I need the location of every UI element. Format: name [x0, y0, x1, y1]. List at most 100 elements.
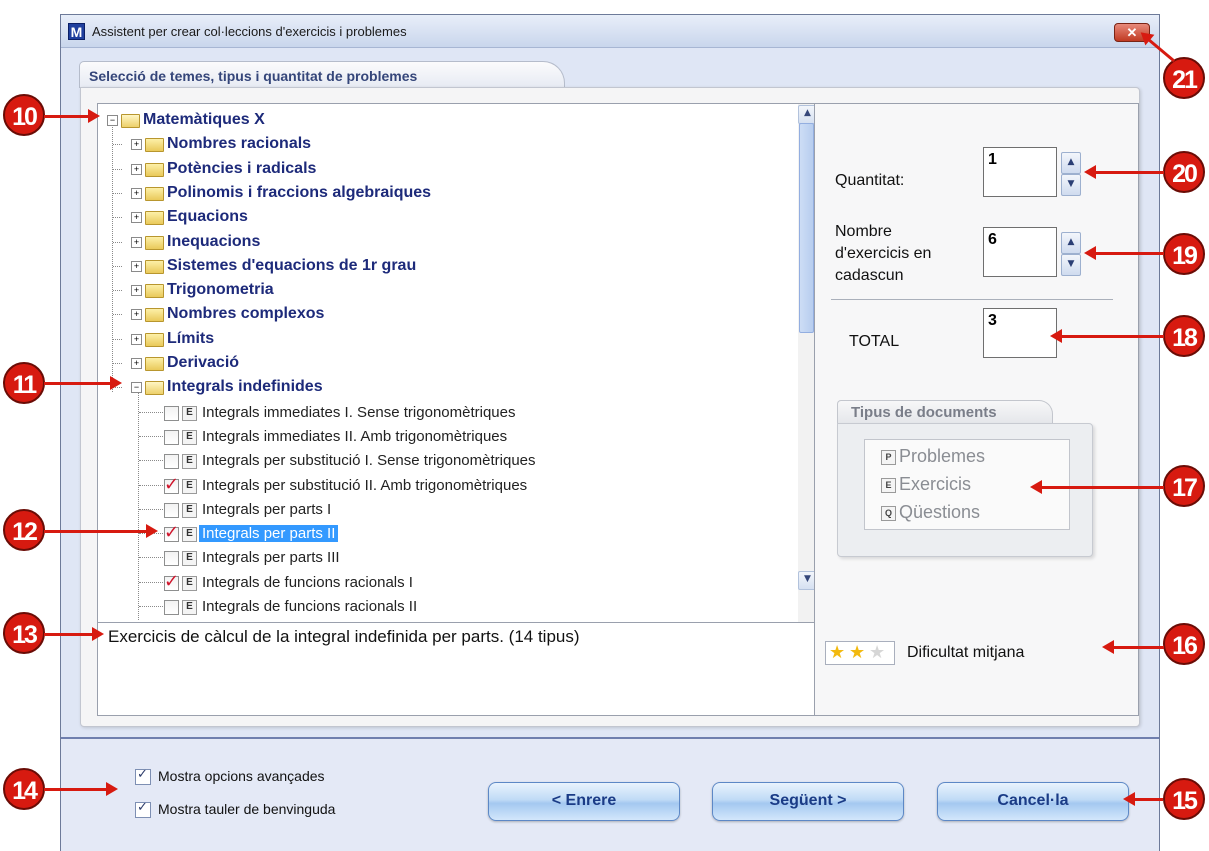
exercise-checkbox[interactable] — [164, 600, 179, 615]
star-icon: ★ — [829, 642, 846, 663]
exercises-up-button[interactable]: ▲ — [1061, 232, 1081, 254]
exercise-checkbox[interactable] — [164, 405, 179, 421]
exercise-checkbox[interactable] — [164, 502, 179, 518]
open-folder-icon — [121, 114, 140, 128]
welcome-panel-label[interactable]: Mostra tauler de benvinguda — [158, 801, 335, 817]
window-title: Assistent per crear col·leccions d'exerc… — [92, 24, 407, 39]
tree-connector — [113, 290, 122, 292]
advanced-options-label[interactable]: Mostra opcions avançades — [158, 768, 325, 784]
expand-toggle-icon[interactable]: + — [131, 236, 142, 248]
folder-icon — [145, 186, 164, 201]
expand-toggle-icon[interactable]: + — [131, 260, 142, 272]
title-bar[interactable]: M Assistent per crear col·leccions d'exe… — [61, 15, 1159, 48]
exercise-type-icon: E — [182, 551, 197, 567]
settings-separator — [831, 299, 1113, 300]
exercise-label[interactable]: Integrals de funcions racionals II — [199, 598, 420, 615]
tree-topic-label: Derivació — [167, 354, 240, 371]
exercise-checkbox[interactable] — [164, 454, 179, 470]
tree-topic-label: Sistemes d'equacions de 1r grau — [167, 256, 417, 274]
tree-topic-label: Inequacions — [167, 232, 261, 250]
expand-toggle-icon[interactable]: + — [131, 285, 142, 297]
advanced-options-checkbox[interactable] — [135, 767, 151, 785]
tree-topic-label: Trigonometria — [167, 281, 274, 299]
annotation-badge-13: 13 — [3, 612, 45, 654]
app-logo-icon: M — [68, 23, 85, 40]
collapse-toggle-icon[interactable]: − — [131, 382, 142, 394]
expand-toggle-icon[interactable]: + — [131, 212, 142, 224]
expand-toggle-icon[interactable]: + — [131, 163, 142, 175]
tree-connector — [113, 338, 122, 340]
scroll-thumb[interactable] — [799, 123, 814, 333]
tree-connector — [139, 557, 163, 559]
quantity-up-button[interactable]: ▲ — [1061, 152, 1081, 174]
exercise-checkbox[interactable] — [164, 522, 179, 543]
quantity-down-button[interactable]: ▼ — [1061, 174, 1081, 196]
exercise-checkbox[interactable] — [164, 551, 179, 567]
collapse-toggle-icon[interactable]: − — [107, 115, 118, 126]
exercises-icon: E — [881, 478, 896, 493]
tree-topic-label: Equacions — [167, 208, 248, 226]
annotation-badge-14: 14 — [3, 768, 45, 810]
total-field: 3 — [983, 308, 1057, 358]
folder-icon — [145, 211, 164, 226]
tree-connector — [113, 265, 122, 267]
annotation-arrow-10 — [44, 109, 100, 123]
exercise-type-icon: E — [182, 454, 197, 470]
expand-toggle-icon[interactable]: + — [131, 187, 142, 199]
tree-connector — [139, 581, 163, 583]
exercise-label[interactable]: Integrals immediates II. Amb trigonomètr… — [199, 428, 510, 445]
wizard-window: M Assistent per crear col·leccions d'exe… — [60, 14, 1160, 851]
expand-toggle-icon[interactable]: + — [131, 139, 142, 151]
expand-toggle-icon[interactable]: + — [131, 333, 142, 345]
tree-guide-line — [138, 391, 139, 621]
annotation-badge-16: 16 — [1163, 623, 1205, 665]
exercises-count-field[interactable]: 6 — [983, 227, 1057, 277]
exercise-checkbox[interactable] — [164, 474, 179, 495]
next-button[interactable]: Següent > — [712, 782, 904, 821]
expand-toggle-icon[interactable]: + — [131, 358, 142, 369]
tree-connector — [113, 314, 122, 316]
tree-connector — [139, 606, 163, 607]
annotation-arrow-11 — [44, 376, 122, 390]
tree-connector — [139, 508, 163, 510]
doc-type-label: Qüestions — [899, 502, 981, 522]
tree-scrollbar[interactable]: ▲ ▼ — [798, 104, 817, 622]
exercise-type-icon: E — [182, 502, 197, 518]
exercise-type-icon: E — [182, 478, 197, 494]
exercise-label[interactable]: Integrals per substitució I. Sense trigo… — [199, 452, 539, 469]
annotation-arrow-18 — [1050, 329, 1164, 343]
star-icon: ★ — [869, 642, 886, 663]
difficulty-label: Dificultat mitjana — [907, 644, 1025, 661]
doc-type-label: Exercicis — [899, 474, 972, 494]
tab-label: Selecció de temes, tipus i quantitat de … — [89, 68, 418, 84]
exercise-checkbox[interactable] — [164, 571, 179, 592]
exercises-count-label-line3: cadascun — [835, 267, 904, 284]
annotation-arrow-15 — [1123, 792, 1163, 806]
exercise-checkbox[interactable] — [164, 429, 179, 445]
exercise-label[interactable]: Integrals de funcions racionals I — [199, 574, 416, 591]
exercises-down-button[interactable]: ▼ — [1061, 254, 1081, 276]
annotation-badge-17: 17 — [1163, 465, 1205, 507]
tree-connector — [113, 217, 122, 219]
cancel-button[interactable]: Cancel·la — [937, 782, 1129, 821]
topic-tree[interactable]: − Matemàtiques X + Nombres racionals + Potènc… — [97, 103, 817, 623]
annotation-arrow-20 — [1084, 165, 1164, 179]
exercise-label[interactable]: Integrals immediates I. Sense trigonomèt… — [199, 404, 518, 421]
exercise-label[interactable]: Integrals per parts II — [199, 525, 339, 543]
exercise-label[interactable]: Integrals per substitució II. Amb trigon… — [199, 477, 530, 494]
annotation-arrow-14 — [44, 782, 118, 796]
tree-connector — [113, 241, 122, 243]
exercise-type-icon: E — [182, 527, 197, 543]
exercise-label[interactable]: Integrals per parts I — [199, 501, 334, 518]
folder-icon — [145, 284, 164, 299]
tree-topic-label: Nombres complexos — [167, 305, 325, 323]
tree-connector — [113, 192, 122, 194]
welcome-panel-checkbox[interactable] — [135, 800, 151, 818]
expand-toggle-icon[interactable]: + — [131, 309, 142, 321]
tab-topic-selection[interactable]: Selecció de temes, tipus i quantitat de … — [79, 61, 565, 88]
exercise-label[interactable]: Integrals per parts III — [199, 549, 343, 566]
back-button[interactable]: < Enrere — [488, 782, 680, 821]
difficulty-stars: ★ ★ ★ — [825, 641, 895, 665]
quantity-field[interactable]: 1 — [983, 147, 1057, 197]
tree-topic-label: Polinomis i fraccions algebraiques — [167, 183, 432, 201]
